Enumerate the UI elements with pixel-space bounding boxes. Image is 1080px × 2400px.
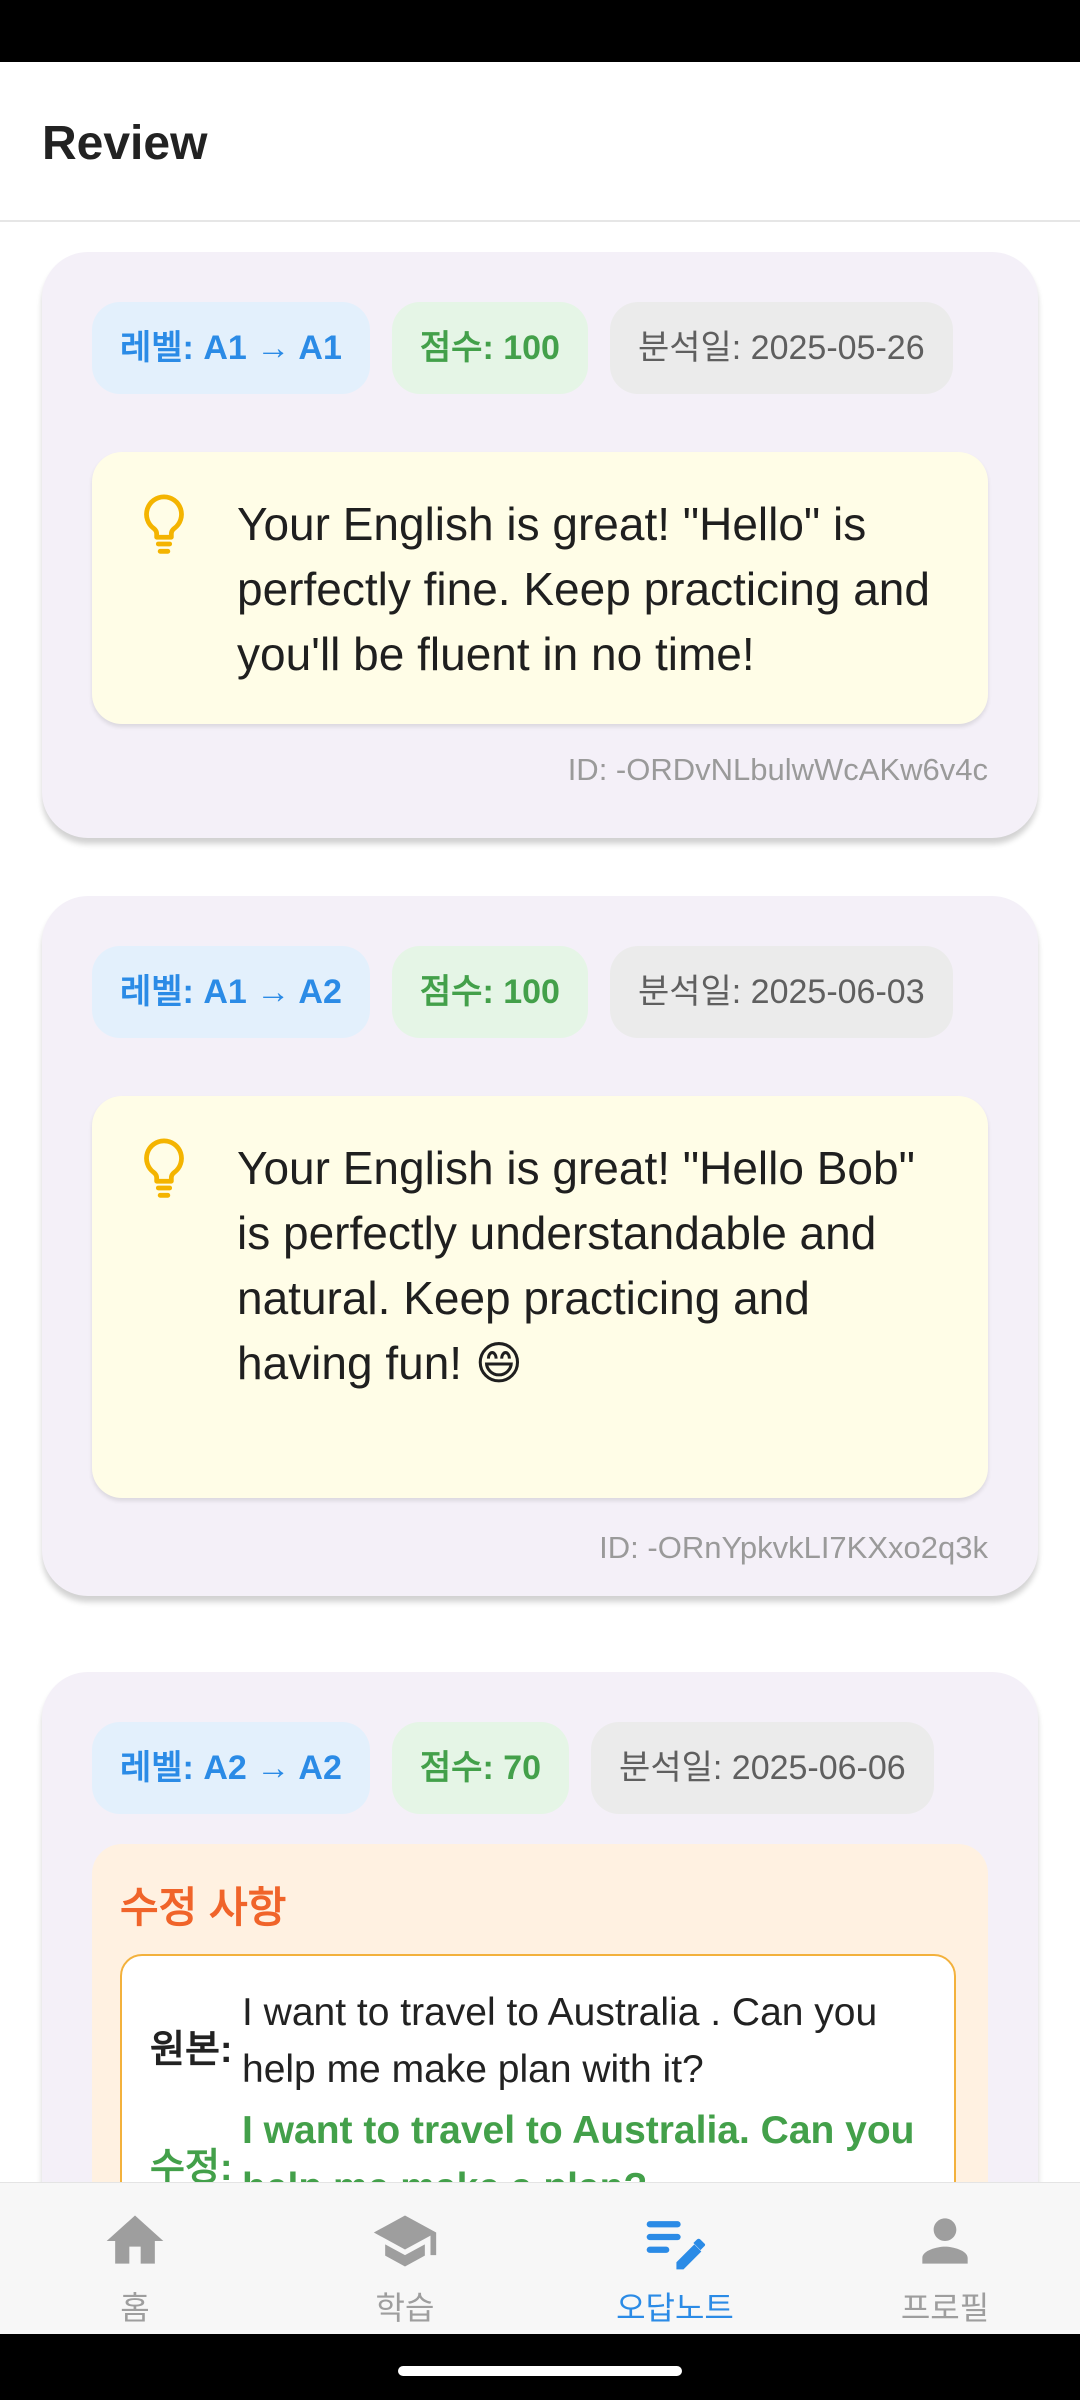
review-list[interactable]: 레벨: A1 → A1 점수: 100 분석일: 2025-05-26 Your E… (0, 222, 1080, 2182)
score-chip: 점수: 100 (391, 946, 588, 1038)
fixed-text: I want to travel to Australia. Can you h… (242, 2109, 915, 2182)
review-card[interactable]: 레벨: A2 → A2 점수: 70 분석일: 2025-06-06 수정 사항 원… (42, 1672, 1038, 2182)
feedback-text: Your English is great! "Hello" is perfec… (237, 498, 930, 680)
fixed-label: 수정: (150, 2147, 233, 2182)
nav-label: 프로필 (900, 2290, 990, 2326)
review-card[interactable]: 레벨: A1 → A1 점수: 100 분석일: 2025-05-26 Your E… (42, 252, 1038, 838)
corrections-box: 수정 사항 원본: I want to travel to Australia … (92, 1844, 988, 2182)
original-text: I want to travel to Australia . Can you … (242, 1991, 878, 2091)
chip-row: 레벨: A2 → A2 점수: 70 분석일: 2025-06-06 (92, 1722, 988, 1814)
level-chip: 레벨: A1 → A1 (92, 302, 370, 394)
corrections-title: 수정 사항 (120, 1884, 287, 1931)
nav-item-wrong-notes[interactable]: 오답노트 (540, 2183, 810, 2335)
bottom-nav: 홈 학습 오답노트 프로필 (0, 2182, 1080, 2334)
edit-note-icon (646, 2221, 706, 2270)
lightbulb-icon (144, 1138, 184, 1198)
feedback-text: Your English is great! "Hello Bob" is pe… (237, 1142, 915, 1389)
nav-item-home[interactable]: 홈 (0, 2183, 270, 2335)
original-label: 원본: (150, 2029, 233, 2071)
chip-row: 레벨: A1 → A1 점수: 100 분석일: 2025-05-26 (92, 302, 988, 394)
nav-item-study[interactable]: 학습 (270, 2183, 540, 2335)
date-chip: 분석일: 2025-06-06 (591, 1722, 934, 1814)
score-chip: 점수: 70 (391, 1722, 570, 1814)
score-chip: 점수: 100 (391, 302, 588, 394)
page-title: Review (42, 117, 208, 170)
nav-item-profile[interactable]: 프로필 (810, 2183, 1080, 2335)
school-icon (373, 2215, 437, 2267)
lightbulb-icon (144, 494, 184, 554)
level-chip: 레벨: A2 → A2 (92, 1722, 370, 1814)
app-bar: Review (0, 62, 1080, 222)
nav-label: 학습 (375, 2290, 435, 2326)
level-chip: 레벨: A1 → A2 (92, 946, 370, 1038)
review-id: ID: -ORnYpkvkLI7KXxo2q3k (599, 1530, 988, 1565)
person-icon (922, 2218, 968, 2264)
date-chip: 분석일: 2025-05-26 (609, 302, 953, 394)
review-id: ID: -ORDvNLbulwWcAKw6v4c (567, 752, 988, 787)
chip-row: 레벨: A1 → A2 점수: 100 분석일: 2025-06-03 (92, 946, 988, 1038)
status-bar (0, 0, 1080, 62)
home-icon (106, 2215, 164, 2264)
nav-label: 오답노트 (616, 2290, 734, 2326)
feedback-box: Your English is great! "Hello Bob" is pe… (92, 1096, 988, 1498)
review-card[interactable]: 레벨: A1 → A2 점수: 100 분석일: 2025-06-03 Your E… (42, 896, 1038, 1596)
date-chip: 분석일: 2025-06-03 (609, 946, 953, 1038)
correction-item: 원본: I want to travel to Australia . Can … (120, 1954, 956, 2182)
feedback-box: Your English is great! "Hello" is perfec… (92, 452, 988, 724)
nav-label: 홈 (120, 2290, 150, 2326)
home-indicator[interactable] (398, 2366, 682, 2376)
